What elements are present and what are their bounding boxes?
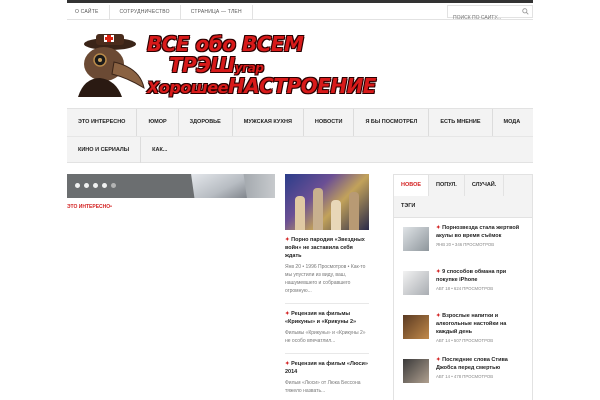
sidebar-post-meta: АВГ 14 • 507 ПРОСМОТРОВ [436,338,494,343]
slider-dot[interactable] [84,183,89,188]
main-nav-row-1: ЭТО ИНТЕРЕСНО ЮМОР ЗДОРОВЬЕ МУЖСКАЯ КУХН… [67,109,533,136]
sidebar-post-title[interactable]: ✦ Порнозвезда стала жертвой акулы во вре… [436,224,528,240]
nav-item-how-to[interactable]: КАК... [141,137,178,163]
nav-item-health[interactable]: ЗДОРОВЬЕ [179,109,233,136]
nav-item-interesting[interactable]: ЭТО ИНТЕРЕСНО [67,109,138,136]
sidebar-post-thumbnail[interactable] [403,227,429,251]
sidebar-post-meta: АВГ 14 • 478 ПРОСМОТРОВ [436,374,494,379]
plague-doctor-logo[interactable] [70,32,146,97]
list-item: ✦ 9 способов обмана при покупке iPhone А… [394,262,532,306]
nav-item-fashion[interactable]: МОДА [493,109,532,136]
middle-column: ✦ Порно пародия «Звездных войн» не заста… [285,174,369,395]
slider-dot[interactable] [102,183,107,188]
search-icon[interactable] [522,8,529,15]
list-item: ✦ Последние слова Стива Джобса перед сме… [394,350,532,394]
top-nav: О САЙТЕ СОТРУДНИЧЕСТВО СТРАНИЦА — ТЛЕН [67,5,253,19]
site-title-logo[interactable]: ВСЕ обо ВСЕМ ТРЭШугар ХорошееНАСТРОЕНИЕ [147,34,376,96]
slide-category-label: ЭТО ИНТЕРЕСНО [67,204,111,210]
logo-nastroenie: НАСТРОЕНИЕ [227,74,377,98]
post-excerpt: Фильм «Люси» от Люка Бессона тяжело назв… [285,380,361,394]
top-bar: О САЙТЕ СОТРУДНИЧЕСТВО СТРАНИЦА — ТЛЕН [67,0,533,24]
logo-line-1: ВСЕ обо ВСЕМ [147,32,304,56]
post-thumbnail[interactable] [285,174,369,230]
sidebar-tabs: НОВОЕ ПОПУЛ. СЛУЧАЙ. ТЭГИ [394,175,532,218]
slide-image-phone [190,174,248,198]
slider-dot[interactable] [75,183,80,188]
sidebar-post-meta: ЯНВ 20 • 346 ПРОСМОТРОВ [436,242,495,247]
sidebar-post-thumbnail[interactable] [403,315,429,339]
sidebar-post-title[interactable]: ✦ 9 способов обмана при покупке iPhone [436,268,528,284]
thumb-figure [313,188,323,230]
sidebar-post-thumbnail[interactable] [403,359,429,383]
logo-ugar: угар [234,61,264,75]
sidebar-post-title-text: Взрослые напитки и алкогольные настойки … [436,313,507,335]
post-title-text: Рецензия на фильм «Люси» 2014 [285,361,368,375]
logo-line-3: ХорошееНАСТРОЕНИЕ [147,76,376,96]
list-item: ✦ Рецензия на фильмы «Крикуны» и «Крикун… [285,310,369,345]
sidebar-post-title[interactable]: ✦ Взрослые напитки и алкогольные настойк… [436,312,528,336]
post-title-link[interactable]: ✦ Рецензия на фильм «Люси» 2014 [285,360,369,376]
search-input[interactable] [448,12,520,24]
sidebar-widget: НОВОЕ ПОПУЛ. СЛУЧАЙ. ТЭГИ ✦ Порнозвезда … [393,174,533,400]
site-header: ВСЕ обо ВСЕМ ТРЭШугар ХорошееНАСТРОЕНИЕ [67,30,533,100]
tab-popular[interactable]: ПОПУЛ. [429,175,465,196]
sidebar-post-text: ✦ 9 способов обмана при покупке iPhone А… [436,268,528,292]
top-link-page[interactable]: СТРАНИЦА — ТЛЕН [181,5,253,19]
post-title-text: Порно пародия «Звездных войн» не застави… [285,237,365,259]
list-item: ✦ Порно пародия «Звездных войн» не заста… [285,236,369,295]
sidebar-post-thumbnail[interactable] [403,271,429,295]
sidebar-post-meta: АВГ 18 • 624 ПРОСМОТРОВ [436,286,494,291]
slider-dot-active[interactable] [111,183,116,188]
thumb-figure [349,192,359,230]
sidebar-post-title-text: Последние слова Стива Джобса перед смерт… [436,357,508,371]
post-excerpt: Фильмы «Крикуны» и «Крикуны 2» не особо … [285,330,366,344]
sidebar-post-title-text: Порнозвезда стала жертвой акулы во время… [436,225,520,239]
tab-tags[interactable]: ТЭГИ [394,196,422,217]
logo-trash: ТРЭШ [169,53,235,77]
sidebar-post-title[interactable]: ✦ Последние слова Стива Джобса перед сме… [436,356,528,372]
divider [285,353,369,354]
top-link-about[interactable]: О САЙТЕ [67,5,110,19]
nav-item-humor[interactable]: ЮМОР [137,109,179,136]
search-box [447,5,533,24]
nav-item-opinion[interactable]: ЕСТЬ МНЕНИЕ [429,109,493,136]
sidebar-post-text: ✦ Порнозвезда стала жертвой акулы во вре… [436,224,528,248]
divider [285,303,369,304]
main-nav-row-2: КИНО И СЕРИАЛЫ КАК... [67,136,533,163]
top-link-cooperation[interactable]: СОТРУДНИЧЕСТВО [110,5,181,19]
logo-horoshee: Хорошее [147,78,228,97]
nav-item-would-watch[interactable]: Я БЫ ПОСМОТРЕЛ [354,109,430,136]
list-item: ✦ Рецензия на фильм «Люси» 2014 Фильм «Л… [285,360,369,395]
featured-slider[interactable] [67,174,275,198]
post-excerpt: Янв 20 • 1996 Просмотров • Как-то мы упу… [285,264,366,294]
nav-item-news[interactable]: НОВОСТИ [304,109,355,136]
post-title-text: Рецензия на фильмы «Крикуны» и «Крикуны … [285,311,357,325]
post-title-link[interactable]: ✦ Рецензия на фильмы «Крикуны» и «Крикун… [285,310,369,326]
thumb-figure [295,196,305,230]
sidebar-post-text: ✦ Взрослые напитки и алкогольные настойк… [436,312,528,344]
logo-line-2: ТРЭШугар [169,55,376,75]
main-nav: ЭТО ИНТЕРЕСНО ЮМОР ЗДОРОВЬЕ МУЖСКАЯ КУХН… [67,108,533,163]
sidebar-post-title-text: 9 способов обмана при покупке iPhone [436,269,507,283]
post-title-link[interactable]: ✦ Порно пародия «Звездных войн» не заста… [285,236,369,260]
tab-random[interactable]: СЛУЧАЙ. [465,175,505,196]
list-item: ✦ Взрослые напитки и алкогольные настойк… [394,306,532,350]
nav-item-mens-kitchen[interactable]: МУЖСКАЯ КУХНЯ [233,109,304,136]
list-item: ✦ Порнозвезда стала жертвой акулы во вре… [394,218,532,262]
thumb-figure [331,200,341,230]
sidebar-post-text: ✦ Последние слова Стива Джобса перед сме… [436,356,528,380]
tab-new[interactable]: НОВОЕ [394,175,430,196]
slide-category[interactable]: ЭТО ИНТЕРЕСНО• [67,204,112,210]
slider-dots [75,183,116,188]
nav-item-movies-series[interactable]: КИНО И СЕРИАЛЫ [67,137,142,163]
slider-dot[interactable] [93,183,98,188]
